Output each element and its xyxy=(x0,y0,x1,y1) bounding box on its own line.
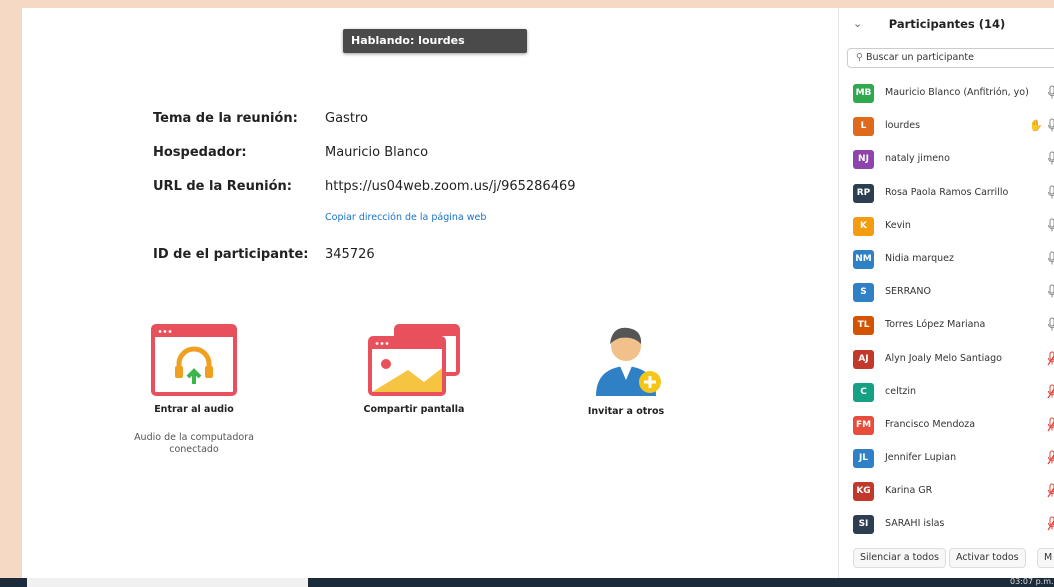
mic-icon[interactable] xyxy=(1047,151,1054,167)
unmute-all-button[interactable]: Activar todos xyxy=(949,548,1026,568)
topic-label: Tema de la reunión: xyxy=(153,111,298,126)
avatar: NM xyxy=(853,249,874,269)
headphones-icon xyxy=(151,324,237,396)
participant-row[interactable]: S SERRANO xyxy=(839,280,1054,313)
participant-name: lourdes xyxy=(885,120,921,132)
participant-name: Kevin xyxy=(885,219,911,231)
mic-muted-icon[interactable] xyxy=(1047,417,1054,433)
avatar: JL xyxy=(853,449,874,469)
participant-row[interactable]: SI SARAHI islas xyxy=(839,512,1054,545)
participant-row[interactable]: JL Jennifer Lupian xyxy=(839,446,1054,479)
mic-icon[interactable] xyxy=(1047,251,1054,267)
mic-icon[interactable] xyxy=(1047,118,1054,134)
avatar: FM xyxy=(853,415,874,435)
mic-muted-icon[interactable] xyxy=(1047,483,1054,499)
participants-title: Participantes (14) xyxy=(888,17,1006,31)
participant-name: SARAHI islas xyxy=(885,518,945,530)
share-screen-button[interactable]: Compartir pantalla xyxy=(344,324,484,415)
taskbar-search[interactable] xyxy=(27,578,308,587)
copy-link[interactable]: Copiar dirección de la página web xyxy=(325,212,486,223)
avatar: S xyxy=(853,283,874,303)
participant-name: Rosa Paola Ramos Carrillo xyxy=(885,186,1009,198)
invite-button[interactable]: Invitar a otros xyxy=(556,318,696,417)
avatar: TL xyxy=(853,316,874,336)
mic-icon[interactable] xyxy=(1047,317,1054,333)
participant-name: Francisco Mendoza xyxy=(885,418,976,430)
participant-name: Karina GR xyxy=(885,485,933,497)
search-placeholder: Buscar un participante xyxy=(866,52,974,63)
mic-icon[interactable] xyxy=(1047,284,1054,300)
participant-search-input[interactable]: ⚲ Buscar un participante xyxy=(847,48,1054,68)
participant-name: Nidia marquez xyxy=(885,252,954,264)
participant-name: nataly jimeno xyxy=(885,153,950,165)
topic-value: Gastro xyxy=(325,111,368,126)
participant-name: Alyn Joaly Melo Santiago xyxy=(885,352,1002,364)
participants-panel: ⌄ Participantes (14) ⚲ Buscar un partici… xyxy=(838,8,1054,578)
mic-icon[interactable] xyxy=(1047,185,1054,201)
share-screen-icon xyxy=(368,324,460,396)
participant-list: MB Mauricio Blanco (Anfitrión, yo) Llourde… xyxy=(839,81,1054,546)
avatar: KG xyxy=(853,482,874,502)
add-person-icon xyxy=(596,327,661,396)
url-value: https://us04web.zoom.us/j/965286469 xyxy=(325,179,576,194)
mute-all-button[interactable]: Silenciar a todos xyxy=(853,548,946,568)
participant-row[interactable]: Llourdes ✋ xyxy=(839,114,1054,147)
avatar: SI xyxy=(853,515,874,535)
mic-muted-icon[interactable] xyxy=(1047,384,1054,400)
participant-name: SERRANO xyxy=(885,286,931,298)
taskbar-clock: 03:07 p.m. xyxy=(1010,577,1054,586)
participant-name: celtzin xyxy=(885,385,917,397)
participant-row[interactable]: NJ nataly jimeno xyxy=(839,147,1054,180)
join-audio-label: Entrar al audio xyxy=(154,404,234,415)
mic-muted-icon[interactable] xyxy=(1047,450,1054,466)
avatar: MB xyxy=(853,84,874,103)
participant-row[interactable]: NM Nidia marquez xyxy=(839,247,1054,280)
avatar: L xyxy=(853,117,874,137)
host-value: Mauricio Blanco xyxy=(325,145,429,160)
participant-row[interactable]: K Kevin xyxy=(839,214,1054,247)
avatar: AJ xyxy=(853,349,874,369)
participant-row[interactable]: AJ Alyn Joaly Melo Santiago xyxy=(839,347,1054,380)
participant-row[interactable]: KG Karina GR xyxy=(839,479,1054,512)
participant-row[interactable]: MB Mauricio Blanco (Anfitrión, yo) xyxy=(839,81,1054,114)
participant-row[interactable]: RP Rosa Paola Ramos Carrillo xyxy=(839,181,1054,214)
taskbar: 03:07 p.m. xyxy=(0,577,1054,587)
participant-name: Mauricio Blanco (Anfitrión, yo) xyxy=(885,87,1029,98)
participant-name: Jennifer Lupian xyxy=(885,452,957,464)
participant-id-label: ID de el participante: xyxy=(153,247,309,262)
avatar: NJ xyxy=(853,150,874,170)
avatar: K xyxy=(853,216,874,236)
audio-status: Audio de la computadora conectado xyxy=(124,432,264,456)
participant-row[interactable]: Cceltzin xyxy=(839,380,1054,413)
host-label: Hospedador: xyxy=(153,145,247,160)
participant-row[interactable]: TL Torres López Mariana xyxy=(839,313,1054,346)
join-audio-button[interactable]: Entrar al audio xyxy=(124,324,264,415)
audio-status-text: Audio de la computadora conectado xyxy=(134,432,254,455)
mic-muted-icon[interactable] xyxy=(1047,351,1054,367)
more-button[interactable]: M xyxy=(1037,548,1054,568)
participant-row[interactable]: FM Francisco Mendoza xyxy=(839,413,1054,446)
share-screen-label: Compartir pantalla xyxy=(363,404,465,415)
raised-hand-icon: ✋ xyxy=(1029,119,1043,133)
search-icon: ⚲ xyxy=(856,52,863,63)
speaking-indicator: Hablando: lourdes xyxy=(343,29,527,53)
url-label: URL de la Reunión: xyxy=(153,179,292,194)
avatar: RP xyxy=(853,183,874,203)
mic-icon[interactable] xyxy=(1047,85,1054,101)
participant-id-value: 345726 xyxy=(325,247,375,262)
mic-icon[interactable] xyxy=(1047,218,1054,234)
participant-name: Torres López Mariana xyxy=(885,319,986,331)
mic-muted-icon[interactable] xyxy=(1047,516,1054,532)
avatar: C xyxy=(853,382,874,402)
invite-label: Invitar a otros xyxy=(587,406,665,417)
